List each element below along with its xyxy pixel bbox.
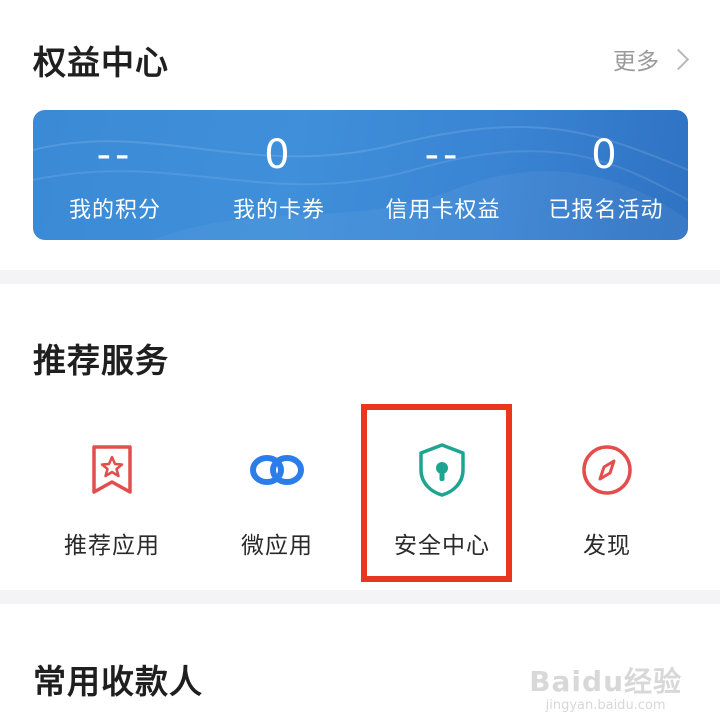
service-label: 发现 [583, 533, 631, 559]
more-label: 更多 [613, 49, 659, 75]
benefit-label: 信用卡权益 [385, 198, 501, 223]
link-icon [247, 440, 307, 500]
watermark-sub: jingyan.baidu.com [545, 698, 666, 713]
benefits-card: -- 我的积分 0 我的卡券 -- 信用卡权益 0 已报名活动 [33, 110, 688, 240]
more-button[interactable]: 更多 [613, 42, 690, 76]
benefit-label: 已报名活动 [548, 198, 664, 223]
benefit-coupons[interactable]: 0 我的卡券 [197, 110, 361, 240]
benefit-activities[interactable]: 0 已报名活动 [524, 110, 688, 240]
benefit-value: -- [424, 132, 462, 178]
bookmark-star-icon [82, 440, 142, 500]
benefit-label: 我的积分 [68, 198, 161, 223]
benefit-value: 0 [591, 132, 621, 178]
benefits-title: 权益中心 [33, 43, 169, 82]
service-label: 推荐应用 [64, 533, 160, 559]
benefit-label: 我的卡券 [232, 198, 325, 223]
service-recommended-apps[interactable]: 推荐应用 [30, 440, 194, 560]
payees-title: 常用收款人 [33, 662, 203, 701]
benefit-value: -- [96, 132, 134, 178]
benefit-credit-card[interactable]: -- 信用卡权益 [361, 110, 525, 240]
highlight-box [361, 404, 512, 582]
services-title: 推荐服务 [33, 341, 169, 380]
chevron-right-icon [667, 48, 690, 70]
compass-icon [577, 440, 637, 500]
service-label: 微应用 [241, 533, 313, 559]
baidu-watermark: Baidu经验 jingyan.baidu.com [529, 660, 682, 713]
benefit-points[interactable]: -- 我的积分 [33, 110, 197, 240]
watermark-main: Baidu经验 [529, 665, 682, 698]
service-micro-apps[interactable]: 微应用 [195, 440, 359, 560]
benefit-value: 0 [264, 132, 294, 178]
section-divider [0, 270, 720, 284]
section-divider [0, 590, 720, 604]
service-discover[interactable]: 发现 [525, 440, 689, 560]
